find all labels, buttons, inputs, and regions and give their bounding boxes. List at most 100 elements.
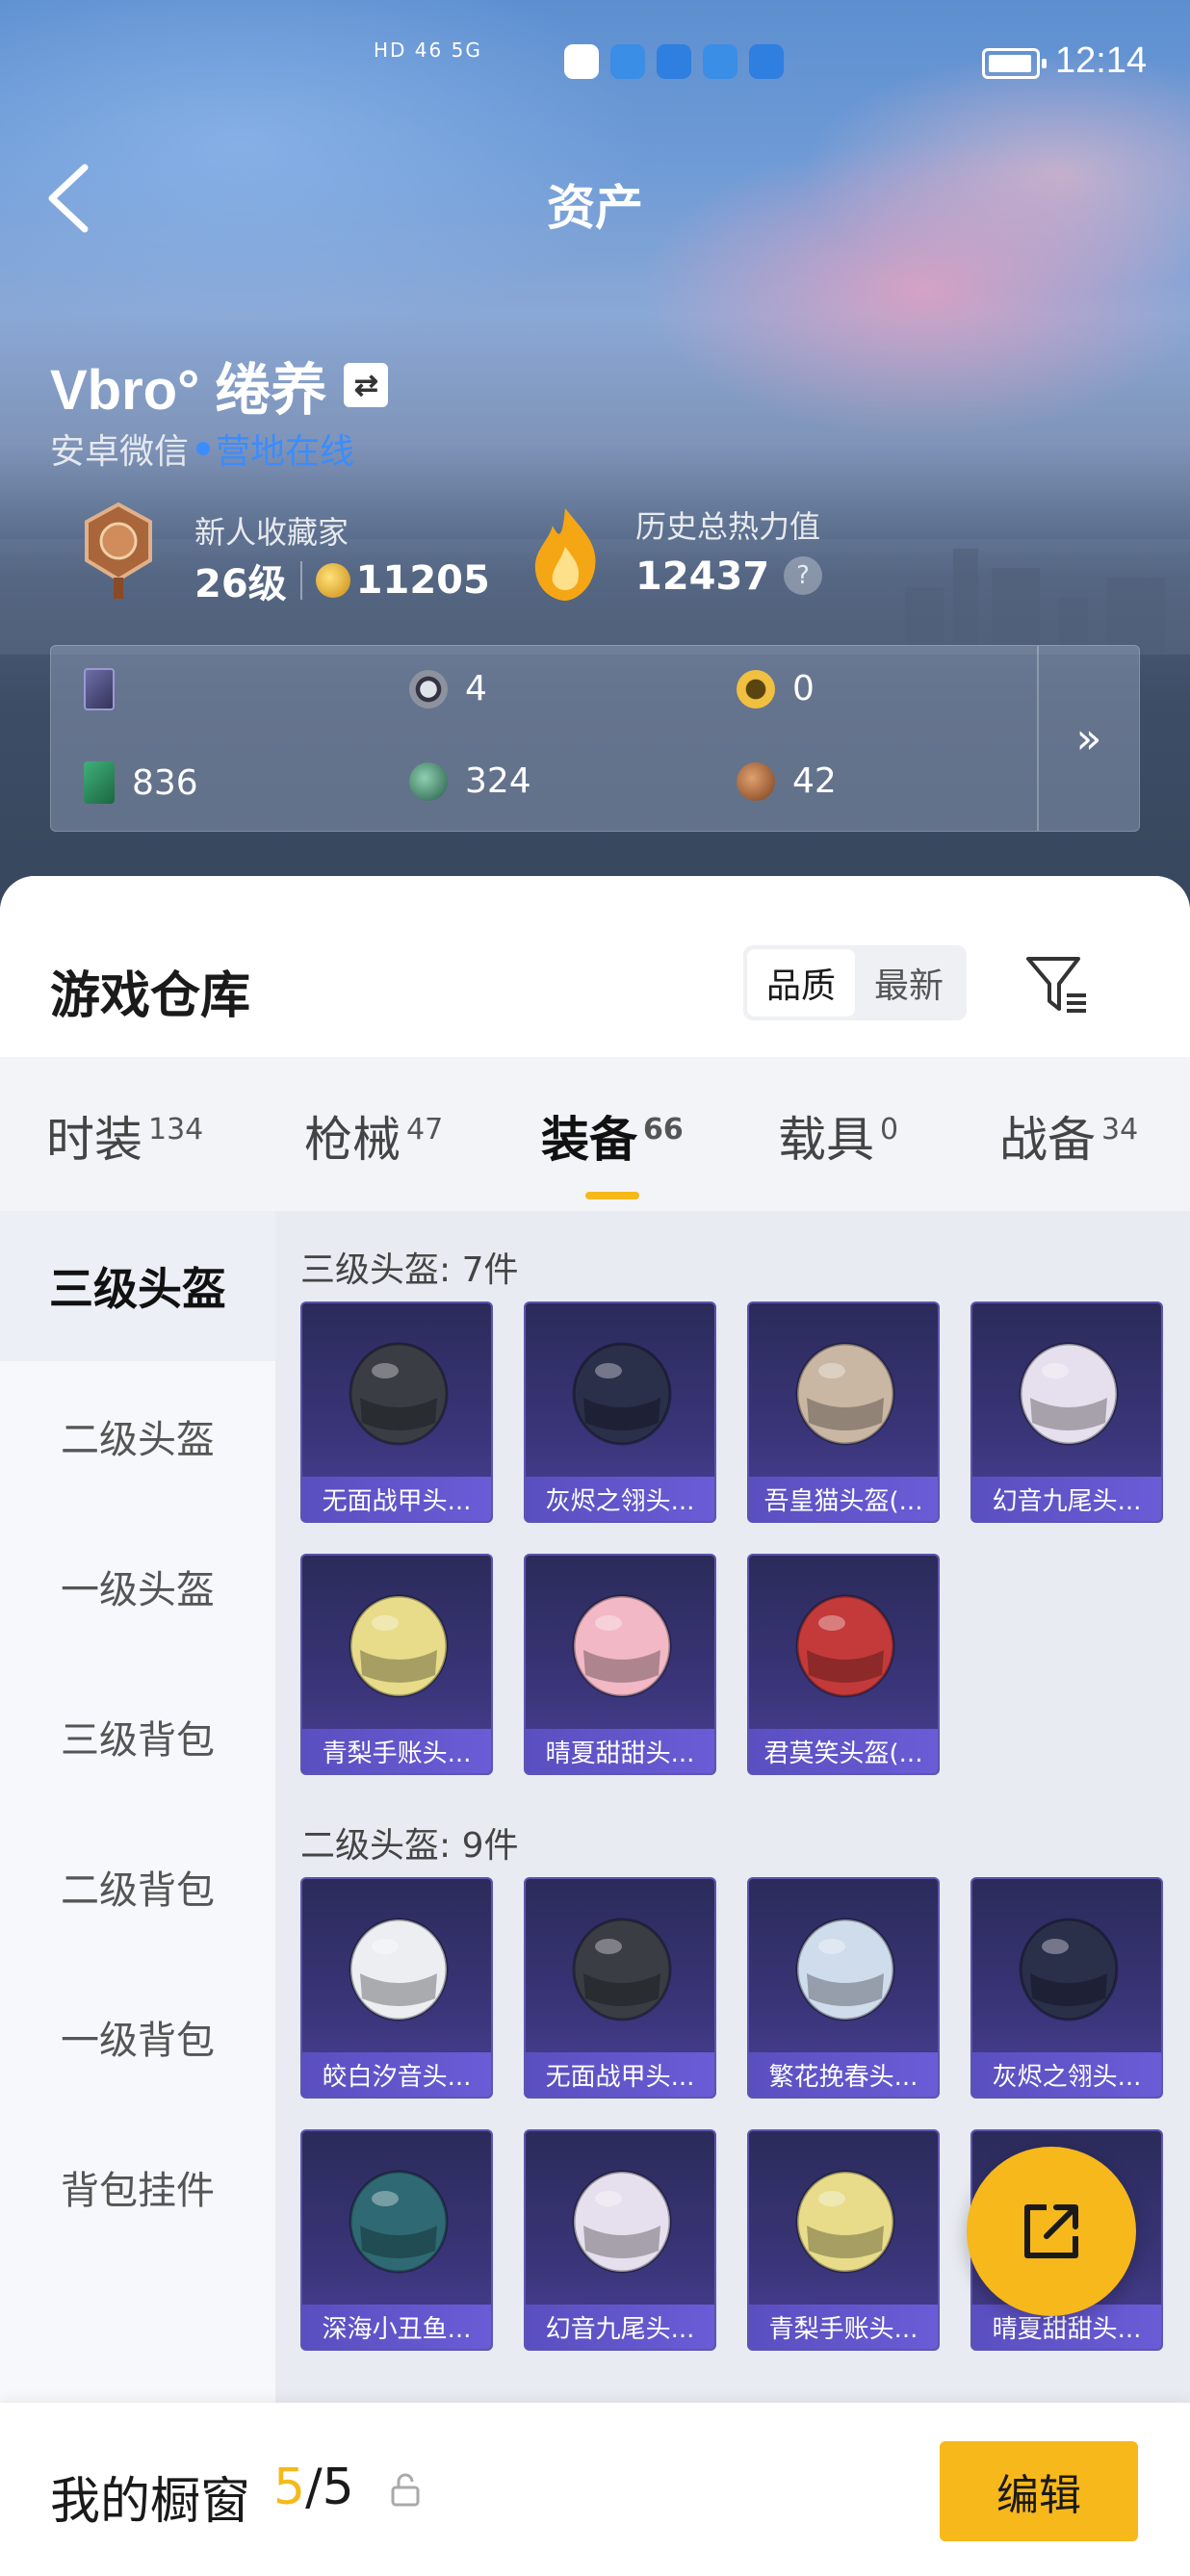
points-value: 11205	[355, 558, 490, 603]
showcase-bar: 我的橱窗 5/5 编辑	[0, 2403, 1190, 2576]
currency-ring: 4	[409, 669, 487, 708]
divider	[299, 561, 302, 600]
helmet-icon	[795, 1918, 895, 2022]
tab-count: 0	[880, 1113, 899, 1146]
item-card[interactable]: 灰烬之翎头...	[970, 1877, 1163, 2099]
warehouse-header: 游戏仓库 品质 最新	[0, 876, 1190, 1057]
sidebar-item-backpack-charm[interactable]: 背包挂件	[0, 2112, 275, 2262]
share-button[interactable]	[967, 2147, 1136, 2316]
sort-quality[interactable]: 品质	[747, 949, 855, 1017]
item-card[interactable]: 繁花挽春头...	[747, 1877, 940, 2099]
item-card[interactable]: 幻音九尾头...	[970, 1301, 1163, 1523]
section-title: 二级头盔: 9件	[300, 1826, 519, 1866]
user-name-text: Vbro° 绻养	[50, 359, 327, 422]
item-card[interactable]: 灰烬之翎头...	[524, 1301, 716, 1523]
currency-value: 0	[792, 669, 815, 708]
item-card[interactable]: 无面战甲头...	[300, 1301, 493, 1523]
online-dot	[196, 442, 211, 455]
showcase-current: 5	[273, 2459, 306, 2516]
signal-indicator: HD 46 5G	[374, 39, 482, 62]
tab-count: 134	[148, 1113, 204, 1146]
showcase-total: /5	[305, 2459, 354, 2516]
tab-label: 时装	[46, 1112, 142, 1168]
item-label: 灰烬之翎头...	[526, 1477, 714, 1521]
helmet-icon	[349, 2170, 449, 2274]
green-coin-icon	[409, 761, 448, 801]
warehouse-title: 游戏仓库	[50, 967, 251, 1025]
helmet-icon	[349, 1342, 449, 1446]
tab-weapons[interactable]: 枪械 47	[304, 1101, 443, 1171]
item-card[interactable]: 皎白汐音头...	[300, 1877, 493, 2099]
currency-gold: 0	[737, 669, 815, 708]
user-subtitle: 安卓微信 营地在线	[50, 424, 354, 474]
tab-gear[interactable]: 战备 34	[999, 1101, 1138, 1171]
tab-count: 66	[643, 1113, 684, 1146]
item-card[interactable]: 无面战甲头...	[524, 1877, 716, 2099]
helmet-icon	[572, 1342, 672, 1446]
currency-panel[interactable]: 2 4 0 836 324 42 »	[50, 645, 1140, 832]
sidebar-item-level1-helmet[interactable]: 一级头盔	[0, 1511, 275, 1662]
item-label: 灰烬之翎头...	[972, 2052, 1161, 2097]
page-title: 资产	[547, 180, 643, 236]
app-notification-icon	[657, 44, 691, 79]
item-label: 青梨手账头...	[302, 1729, 491, 1773]
card-icon	[84, 667, 115, 710]
tab-vehicles[interactable]: 载具 0	[778, 1101, 898, 1171]
currency-value: 42	[792, 761, 837, 801]
cloud-icon	[703, 44, 737, 79]
edit-button[interactable]: 编辑	[940, 2441, 1138, 2541]
heat-value: 12437	[635, 554, 770, 599]
tab-label: 战备	[999, 1112, 1096, 1168]
item-label: 深海小丑鱼...	[302, 2305, 491, 2349]
item-label: 皎白汐音头...	[302, 2052, 491, 2097]
sidebar-item-level3-helmet[interactable]: 三级头盔	[0, 1211, 275, 1361]
sidebar-item-level1-backpack[interactable]: 一级背包	[0, 1962, 275, 2112]
sidebar-item-level3-backpack[interactable]: 三级背包	[0, 1662, 275, 1812]
bronze-coin-icon	[737, 761, 775, 801]
expand-chevron-icon[interactable]: »	[1037, 646, 1139, 831]
helmet-icon	[349, 1594, 449, 1698]
currency-ticket: 836	[84, 761, 198, 804]
tab-count: 47	[406, 1113, 444, 1146]
collector-title: 新人收藏家	[194, 514, 349, 551]
gold-coin-icon	[737, 669, 775, 708]
item-grid: 三级头盔: 7件 二级头盔: 9件 无面战甲头... 灰烬之翎头... 吾皇猫头盔(…	[275, 1211, 1190, 2576]
item-card[interactable]: 君莫笑头盔(...	[747, 1554, 940, 1775]
filter-icon[interactable]	[1024, 953, 1090, 1017]
warehouse-sheet: 游戏仓库 品质 最新 时装134 枪械47 装备66 载具0 战备34	[0, 876, 1190, 2576]
switch-account-icon[interactable]: ⇄	[344, 363, 389, 407]
sidebar-item-level2-backpack[interactable]: 二级背包	[0, 1812, 275, 1962]
item-card[interactable]: 深海小丑鱼...	[300, 2129, 493, 2351]
item-card[interactable]: 吾皇猫头盔(...	[747, 1301, 940, 1523]
helmet-icon	[1019, 1918, 1119, 2022]
battery-icon	[982, 48, 1047, 79]
sort-newest[interactable]: 最新	[855, 949, 963, 1017]
helmet-icon	[1019, 1342, 1119, 1446]
item-card[interactable]: 青梨手账头...	[300, 1554, 493, 1775]
helmet-icon	[572, 1918, 672, 2022]
online-status: 营地在线	[216, 432, 355, 472]
helmet-icon	[795, 2170, 895, 2274]
tab-equipment[interactable]: 装备 66	[541, 1101, 684, 1199]
item-card[interactable]: 青梨手账头...	[747, 2129, 940, 2351]
currency-value: 836	[132, 762, 198, 803]
item-card[interactable]: 幻音九尾头...	[524, 2129, 716, 2351]
ring-coin-icon	[409, 669, 448, 708]
sidebar-item-level2-helmet[interactable]: 二级头盔	[0, 1361, 275, 1511]
currency-green: 324	[409, 761, 531, 801]
active-tab-indicator	[584, 1192, 639, 1199]
section-title: 三级头盔: 7件	[300, 1250, 519, 1290]
helmet-icon	[349, 1918, 449, 2022]
app-notification-icon	[749, 44, 784, 79]
tab-label: 载具	[778, 1112, 874, 1168]
currency-bronze: 42	[737, 761, 837, 801]
showcase-count: 5/5	[273, 2459, 354, 2516]
ticket-icon	[84, 761, 115, 804]
tab-fashion[interactable]: 时装 134	[46, 1101, 203, 1171]
lock-icon	[391, 2473, 420, 2507]
notification-icons	[564, 44, 784, 79]
item-card[interactable]: 晴夏甜甜头...	[524, 1554, 716, 1775]
help-icon[interactable]: ?	[784, 556, 822, 595]
currency-value: 4	[465, 669, 487, 708]
heat-label: 历史总热力值	[635, 508, 821, 545]
